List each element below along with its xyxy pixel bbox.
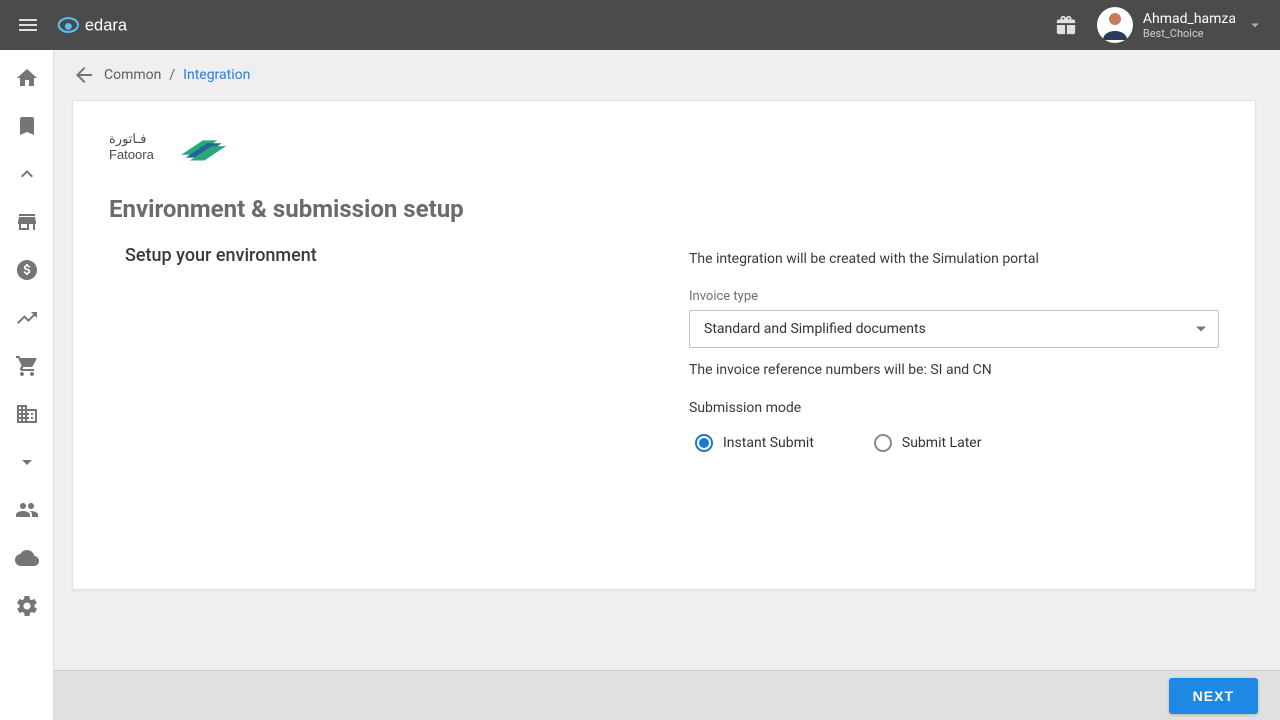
section-title: Environment & submission setup	[109, 195, 1219, 223]
topbar-left: edara	[16, 11, 166, 39]
user-text-block: Ahmad_hamza Best_Choice	[1143, 11, 1236, 40]
sidebar-store-icon[interactable]	[15, 210, 39, 234]
right-column: The integration will be created with the…	[689, 245, 1219, 452]
main-area: Common / Integration فـاتورة Fatoora Env…	[54, 50, 1280, 670]
sidebar-trending-icon[interactable]	[15, 306, 39, 330]
radio-icon	[695, 434, 713, 452]
invoice-type-value: Standard and Simplified documents	[704, 321, 926, 337]
sidebar-cart-icon[interactable]	[15, 354, 39, 378]
topbar-right: Ahmad_hamza Best_Choice	[1055, 7, 1264, 43]
chevron-down-icon	[1246, 16, 1264, 34]
top-bar: edara Ahmad_hamza Best_Choice	[0, 0, 1280, 50]
svg-text:فـاتورة: فـاتورة	[109, 131, 146, 147]
left-column: Setup your environment	[109, 245, 629, 452]
content-columns: Setup your environment The integration w…	[109, 245, 1219, 452]
breadcrumb-current[interactable]: Integration	[183, 67, 250, 83]
breadcrumb-parent[interactable]: Common	[104, 67, 161, 83]
user-company: Best_Choice	[1143, 27, 1236, 40]
avatar	[1097, 7, 1133, 43]
fatoora-logo: فـاتورة Fatoora	[109, 125, 1219, 173]
user-menu[interactable]: Ahmad_hamza Best_Choice	[1097, 7, 1264, 43]
sidebar	[0, 50, 54, 720]
sidebar-collapse-up-icon[interactable]	[15, 162, 39, 186]
sidebar-cloud-icon[interactable]	[15, 546, 39, 570]
sidebar-bookmark-icon[interactable]	[15, 114, 39, 138]
radio-instant-submit[interactable]: Instant Submit	[695, 434, 814, 452]
radio-later-label: Submit Later	[902, 435, 982, 451]
dropdown-arrow-icon	[1196, 327, 1206, 332]
footer-bar: NEXT	[54, 670, 1280, 720]
breadcrumb-separator: /	[169, 67, 175, 83]
invoice-type-label: Invoice type	[689, 289, 1219, 304]
sidebar-company-icon[interactable]	[15, 402, 39, 426]
invoice-type-select[interactable]: Standard and Simplified documents	[689, 310, 1219, 348]
radio-instant-label: Instant Submit	[723, 435, 814, 451]
submission-mode-radio-group: Instant Submit Submit Later	[689, 434, 1219, 452]
back-arrow-icon[interactable]	[72, 63, 96, 87]
sidebar-settings-icon[interactable]	[15, 594, 39, 618]
svg-text:Fatoora: Fatoora	[109, 147, 155, 162]
brand-text: edara	[85, 17, 128, 35]
brand-logo[interactable]: edara	[56, 11, 166, 39]
sidebar-collapse-down-icon[interactable]	[15, 450, 39, 474]
sidebar-users-icon[interactable]	[15, 498, 39, 522]
sidebar-home-icon[interactable]	[15, 66, 39, 90]
radio-submit-later[interactable]: Submit Later	[874, 434, 982, 452]
user-name: Ahmad_hamza	[1143, 11, 1236, 27]
integration-info-text: The integration will be created with the…	[689, 251, 1219, 267]
radio-icon	[874, 434, 892, 452]
menu-icon[interactable]	[16, 13, 40, 37]
next-button[interactable]: NEXT	[1169, 678, 1258, 714]
setup-card: فـاتورة Fatoora Environment & submission…	[72, 100, 1256, 590]
gift-icon[interactable]	[1055, 14, 1077, 36]
env-heading: Setup your environment	[125, 245, 629, 266]
reference-info-text: The invoice reference numbers will be: S…	[689, 362, 1219, 378]
sidebar-finance-icon[interactable]	[15, 258, 39, 282]
submission-mode-label: Submission mode	[689, 400, 1219, 416]
breadcrumb: Common / Integration	[54, 50, 1280, 100]
